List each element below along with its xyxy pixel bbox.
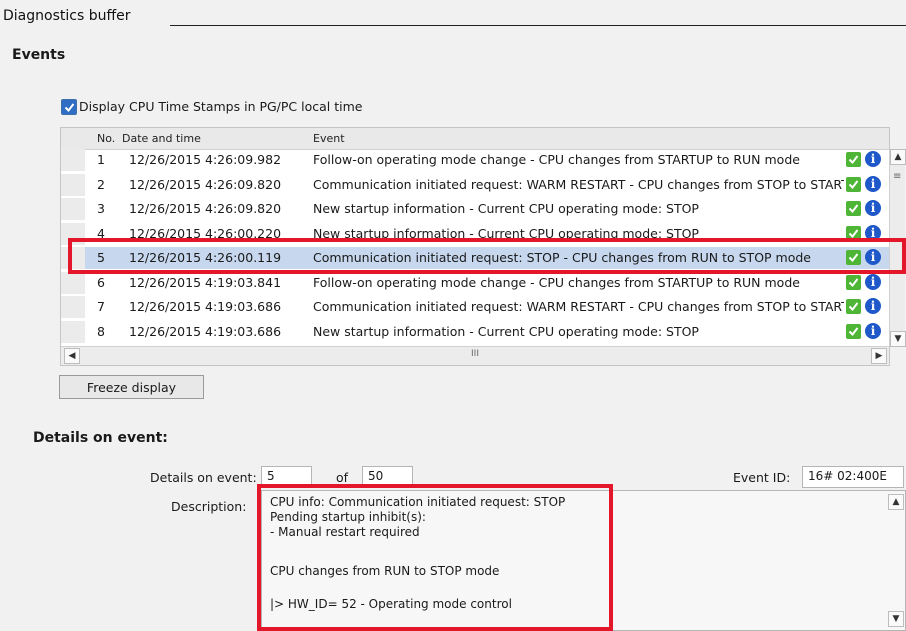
column-header-no[interactable]: No. (97, 132, 115, 145)
description-scroll-up-icon[interactable]: ▲ (888, 494, 904, 510)
timestamps-label: Display CPU Time Stamps in PG/PC local t… (79, 99, 363, 114)
info-icon[interactable]: i (865, 273, 881, 290)
row-event: New startup information - Current CPU op… (313, 323, 699, 339)
row-gutter (61, 149, 85, 171)
description-highlight (257, 484, 613, 631)
status-ok-icon (846, 201, 861, 216)
row-number: 7 (97, 299, 105, 314)
row-gutter (61, 271, 85, 294)
scroll-down-icon[interactable]: ▼ (890, 331, 906, 347)
info-icon[interactable]: i (865, 322, 881, 339)
status-ok-icon (846, 176, 861, 192)
scroll-up-icon[interactable]: ▲ (890, 149, 906, 165)
status-ok-icon (846, 323, 861, 339)
row-datetime: 12/26/2015 4:26:09.820 (129, 201, 282, 216)
row-datetime: 12/26/2015 4:26:09.982 (129, 152, 282, 167)
selected-row-highlight (68, 238, 906, 274)
table-row[interactable]: 3 12/26/2015 4:26:09.820 New startup infor… (61, 198, 889, 220)
status-ok-icon (846, 152, 861, 167)
horizontal-scrollbar[interactable]: ◀ III ▶ (61, 346, 889, 365)
description-scroll-down-icon[interactable]: ▼ (888, 611, 904, 627)
row-event: Communication initiated request: WARM RE… (313, 176, 844, 192)
row-event: New startup information - Current CPU op… (313, 201, 699, 216)
row-number: 1 (97, 152, 105, 167)
row-number: 6 (97, 274, 105, 290)
of-label: of (336, 470, 349, 485)
info-icon[interactable]: i (865, 175, 881, 192)
row-datetime: 12/26/2015 4:26:09.820 (129, 176, 282, 192)
column-header-datetime[interactable]: Date and time (122, 132, 201, 145)
checkmark-icon (64, 102, 74, 112)
row-number: 8 (97, 323, 105, 339)
event-id-label: Event ID: (733, 470, 791, 485)
row-event: Follow-on operating mode change - CPU ch… (313, 274, 800, 290)
row-number: 2 (97, 176, 105, 192)
details-event-label: Details on event: (150, 470, 257, 485)
section-divider (170, 25, 906, 26)
description-label: Description: (171, 499, 247, 514)
table-header: No. Date and time Event (61, 128, 889, 150)
info-icon[interactable]: i (865, 151, 881, 167)
row-datetime: 12/26/2015 4:19:03.686 (129, 299, 282, 314)
row-gutter (61, 173, 85, 196)
row-event: Communication initiated request: WARM RE… (313, 299, 844, 314)
timestamps-checkbox[interactable] (61, 99, 77, 115)
scroll-grip-icon[interactable]: ≡ (893, 171, 902, 185)
status-ok-icon (846, 299, 861, 314)
table-row[interactable]: 8 12/26/2015 4:19:03.686 New startup infor… (61, 320, 889, 343)
event-id-field[interactable]: 16# 02:400E (802, 466, 904, 488)
row-gutter (61, 320, 85, 343)
row-event: Follow-on operating mode change - CPU ch… (313, 152, 800, 167)
row-datetime: 12/26/2015 4:19:03.686 (129, 323, 282, 339)
freeze-display-button[interactable]: Freeze display (59, 375, 204, 399)
events-heading: Events (12, 47, 66, 63)
table-row[interactable]: 1 12/26/2015 4:26:09.982 Follow-on operati… (61, 149, 889, 171)
hscroll-grip[interactable]: III (61, 349, 889, 359)
scroll-right-icon[interactable]: ▶ (871, 348, 887, 364)
table-row[interactable]: 2 12/26/2015 4:26:09.820 Communication ini… (61, 173, 889, 196)
column-header-event[interactable]: Event (313, 132, 345, 145)
row-datetime: 12/26/2015 4:19:03.841 (129, 274, 282, 290)
table-row[interactable]: 6 12/26/2015 4:19:03.841 Follow-on operati… (61, 271, 889, 294)
info-icon[interactable]: i (865, 200, 881, 216)
row-number: 3 (97, 201, 105, 216)
panel-title: Diagnostics buffer (3, 8, 131, 24)
table-row[interactable]: 7 12/26/2015 4:19:03.686 Communication ini… (61, 296, 889, 318)
row-gutter (61, 296, 85, 318)
status-ok-icon (846, 274, 861, 290)
info-icon[interactable]: i (865, 298, 881, 314)
details-heading: Details on event: (33, 430, 168, 446)
row-gutter (61, 198, 85, 220)
